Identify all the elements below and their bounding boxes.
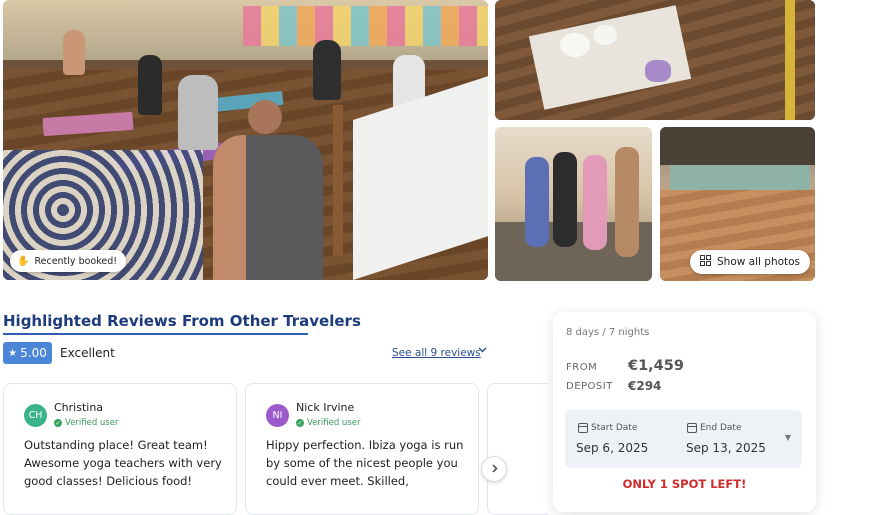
- reviews-heading: Highlighted Reviews From Other Travelers: [3, 312, 361, 330]
- start-date-label-row: Start Date: [578, 423, 637, 433]
- from-label: FROM: [566, 362, 598, 373]
- review-text: Hippy perfection. Ibiza yoga is run by s…: [266, 438, 464, 488]
- start-date-value: Sep 6, 2025: [576, 441, 649, 455]
- trip-duration: 8 days / 7 nights: [566, 327, 650, 338]
- see-all-reviews-link[interactable]: See all 9 reviews: [392, 347, 481, 359]
- calendar-icon: [687, 423, 697, 433]
- review-text: Outstanding place! Great team! Awesome y…: [24, 438, 222, 488]
- rating-word: Excellent: [60, 346, 115, 360]
- from-price: €1,459: [628, 358, 684, 374]
- main-photo-yoga-class[interactable]: [3, 0, 488, 280]
- person-decor: [615, 147, 639, 257]
- reviewer-name: Christina: [54, 401, 104, 414]
- person-decor: [313, 40, 341, 100]
- person-decor: [178, 75, 218, 150]
- prayer-flags-decor: [243, 6, 488, 46]
- person-decor: [583, 155, 607, 250]
- sound-bowl-decor: [560, 33, 590, 57]
- avatar: CH: [24, 404, 47, 427]
- chevron-down-icon[interactable]: [478, 345, 487, 357]
- check-icon: ✓: [296, 419, 304, 427]
- avatar: NI: [266, 404, 289, 427]
- reviewer-name: Nick Irvine: [296, 401, 355, 414]
- verified-badge: ✓ Verified user: [296, 418, 360, 428]
- date-selector[interactable]: Start Date Sep 6, 2025 End Date Sep 13, …: [565, 410, 802, 468]
- show-all-photos-button[interactable]: Show all photos: [690, 250, 811, 274]
- post-decor: [785, 0, 795, 120]
- reviews-heading-underline: [3, 333, 308, 335]
- next-review-button[interactable]: [481, 456, 507, 482]
- calendar-icon: [578, 423, 588, 433]
- review-card[interactable]: CH Christina ✓ Verified user Outstanding…: [3, 383, 237, 515]
- photo-sound-bowls[interactable]: [495, 0, 815, 120]
- grid-icon: [700, 255, 711, 269]
- person-decor: [63, 30, 85, 75]
- flowers-decor: [645, 60, 671, 82]
- rating-score: 5.00: [20, 346, 47, 360]
- window-view-decor: [670, 165, 810, 190]
- check-icon: ✓: [54, 419, 62, 427]
- photo-group-travelers[interactable]: [495, 127, 652, 281]
- person-decor: [553, 152, 577, 247]
- deposit-price: €294: [628, 379, 662, 393]
- caret-down-icon[interactable]: ▼: [785, 433, 791, 442]
- review-card-partial[interactable]: [487, 383, 548, 515]
- star-icon: ★: [8, 347, 18, 359]
- verified-label: Verified user: [65, 418, 119, 428]
- wooden-post-decor: [333, 105, 343, 255]
- chevron-right-icon: [490, 462, 499, 477]
- start-date-label: Start Date: [591, 423, 638, 433]
- rating-score-badge: ★ 5.00: [3, 342, 52, 364]
- verified-badge: ✓ Verified user: [54, 418, 118, 428]
- person-head-decor: [248, 100, 282, 134]
- spots-left-notice: ONLY 1 SPOT LEFT!: [622, 477, 747, 491]
- review-card[interactable]: NI Nick Irvine ✓ Verified user Hippy per…: [245, 383, 479, 515]
- end-date-label: End Date: [700, 423, 742, 433]
- person-decor: [138, 55, 162, 115]
- person-decor: [213, 135, 323, 280]
- end-date-value: Sep 13, 2025: [686, 441, 766, 455]
- roof-decor: [660, 127, 815, 165]
- verified-label: Verified user: [307, 418, 361, 428]
- hand-emoji-icon: ✋: [17, 255, 30, 267]
- booking-card: 8 days / 7 nights FROM €1,459 DEPOSIT €2…: [553, 312, 816, 512]
- show-all-photos-label: Show all photos: [717, 256, 801, 268]
- person-decor: [525, 157, 549, 247]
- end-date-label-row: End Date: [687, 423, 741, 433]
- recently-booked-badge: ✋ Recently booked!: [10, 250, 127, 272]
- deposit-label: DEPOSIT: [566, 381, 613, 392]
- sound-bowl-decor: [593, 25, 617, 45]
- recently-booked-label: Recently booked!: [34, 255, 118, 267]
